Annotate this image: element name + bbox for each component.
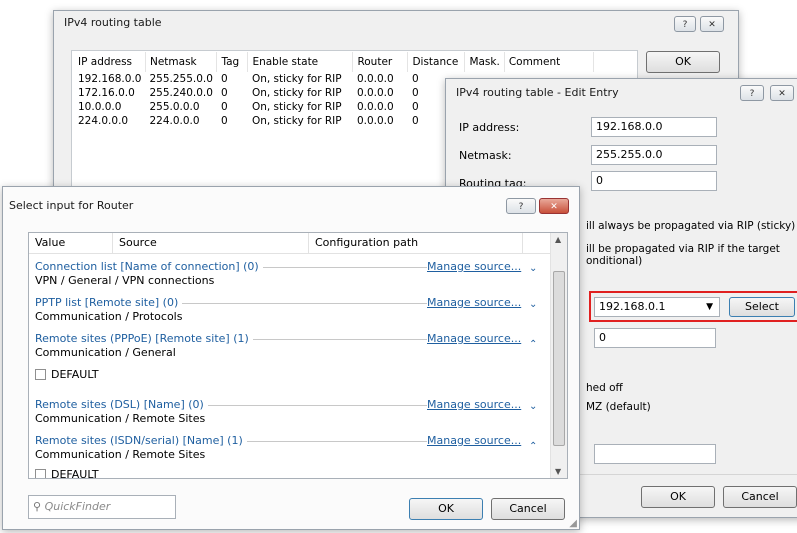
select-cancel-button[interactable]: Cancel xyxy=(491,498,565,520)
table-cell: 0.0.0.0 xyxy=(356,87,394,99)
manage-source-link[interactable]: Manage source... xyxy=(427,296,522,310)
group-path: Communication / Remote Sites xyxy=(35,448,206,461)
column-header[interactable]: Tag xyxy=(216,52,249,72)
table-cell: On, sticky for RIP xyxy=(251,115,342,127)
column-configuration-path[interactable]: Configuration path xyxy=(309,233,523,253)
table-cell: 255.240.0.0 xyxy=(149,87,213,99)
source-list: Value Source Configuration path Connecti… xyxy=(28,232,568,479)
edit-cancel-button[interactable]: Cancel xyxy=(723,486,797,508)
quickfinder-field[interactable]: ⚲ QuickFinder xyxy=(28,495,176,519)
table-cell: 224.0.0.0 xyxy=(78,115,129,127)
group-path: Communication / Remote Sites xyxy=(35,412,206,425)
select-help-button[interactable]: ? xyxy=(506,198,536,214)
scrollbar[interactable]: ▲ ▼ xyxy=(550,233,567,478)
table-cell: 0 xyxy=(220,101,228,113)
column-header[interactable]: Comment xyxy=(504,52,594,72)
table-cell: 224.0.0.0 xyxy=(149,115,200,127)
quickfinder-placeholder: QuickFinder xyxy=(44,500,111,513)
column-header[interactable]: Mask. xyxy=(464,52,505,72)
manage-source-link[interactable]: Manage source... xyxy=(427,260,522,274)
comment-field[interactable] xyxy=(594,444,716,464)
table-cell: 0 xyxy=(220,87,228,99)
select-dialog-title: Select input for Router xyxy=(9,199,134,212)
table-cell: On, sticky for RIP xyxy=(251,101,342,113)
scroll-down-arrow[interactable]: ▼ xyxy=(555,467,561,476)
netmask-label: Netmask: xyxy=(459,149,512,162)
table-cell: 0 xyxy=(220,73,228,85)
column-header[interactable]: Netmask xyxy=(145,52,218,72)
table-cell: On, sticky for RIP xyxy=(251,87,342,99)
select-close-button[interactable]: ✕ xyxy=(539,198,569,214)
chevron-down-icon[interactable]: ▼ xyxy=(706,298,713,316)
close-button[interactable]: ✕ xyxy=(700,16,724,32)
router-value: 192.168.0.1 xyxy=(599,300,666,313)
group-title[interactable]: Remote sites (PPPoE) [Remote site] (1) xyxy=(35,332,253,346)
routing-tag-field[interactable]: 0 xyxy=(591,171,717,191)
group-title[interactable]: PPTP list [Remote site] (0) xyxy=(35,296,183,310)
ip-address-field[interactable]: 192.168.0.0 xyxy=(591,117,717,137)
group-title[interactable]: Remote sites (DSL) [Name] (0) xyxy=(35,398,208,412)
group-path: Communication / General xyxy=(35,346,176,359)
chevron-down-icon[interactable]: ⌄ xyxy=(529,262,537,276)
manage-source-link[interactable]: Manage source... xyxy=(427,398,522,412)
default-label: DEFAULT xyxy=(51,468,99,479)
switched-off-text: hed off xyxy=(586,382,623,394)
table-cell: 192.168.0.0 xyxy=(78,73,142,85)
table-cell: 0.0.0.0 xyxy=(356,73,394,85)
router-combobox[interactable]: 192.168.0.1 ▼ xyxy=(594,297,720,317)
header-divider xyxy=(29,253,551,254)
search-icon: ⚲ xyxy=(33,500,42,513)
edit-close-button[interactable]: ✕ xyxy=(770,85,794,101)
source-group[interactable]: Connection list [Name of connection] (0)… xyxy=(35,260,541,292)
table-cell: 255.255.0.0 xyxy=(149,73,213,85)
conditional-option-text-2: onditional) xyxy=(586,255,643,267)
routing-table-title: IPv4 routing table xyxy=(64,16,162,29)
group-path: Communication / Protocols xyxy=(35,310,183,323)
column-source[interactable]: Source xyxy=(113,233,309,253)
source-group[interactable]: Remote sites (ISDN/serial) [Name] (1) Man… xyxy=(35,434,541,466)
column-header[interactable]: IP address xyxy=(74,52,146,72)
scrollbar-thumb[interactable] xyxy=(553,271,565,446)
table-cell: 10.0.0.0 xyxy=(78,101,122,113)
table-cell: 172.16.0.0 xyxy=(78,87,135,99)
sticky-option-text: ill always be propagated via RIP (sticky… xyxy=(586,220,796,232)
chevron-up-icon[interactable]: ⌃ xyxy=(529,338,537,352)
routing-ok-button[interactable]: OK xyxy=(646,51,720,73)
edit-help-button[interactable]: ? xyxy=(740,85,764,101)
manage-source-link[interactable]: Manage source... xyxy=(427,332,522,346)
netmask-field[interactable]: 255.255.0.0 xyxy=(591,145,717,165)
column-header[interactable]: Router xyxy=(352,52,409,72)
scroll-up-arrow[interactable]: ▲ xyxy=(555,235,561,244)
dmz-text: MZ (default) xyxy=(586,401,651,413)
column-header[interactable]: Enable state xyxy=(247,52,354,72)
table-cell: 0 xyxy=(220,115,228,127)
column-value[interactable]: Value xyxy=(29,233,113,253)
source-group[interactable]: PPTP list [Remote site] (0) Manage source… xyxy=(35,296,541,328)
group-title[interactable]: Connection list [Name of connection] (0) xyxy=(35,260,263,274)
manage-source-link[interactable]: Manage source... xyxy=(427,434,522,448)
group-path: VPN / General / VPN connections xyxy=(35,274,215,287)
resize-grip-icon[interactable]: ◢ xyxy=(569,518,577,529)
chevron-down-icon[interactable]: ⌄ xyxy=(529,298,537,312)
default-checkbox[interactable] xyxy=(35,469,46,478)
select-ok-button[interactable]: OK xyxy=(409,498,483,520)
ip-address-label: IP address: xyxy=(459,121,520,134)
default-label: DEFAULT xyxy=(51,368,99,381)
select-input-dialog: Select input for Router ? ✕ Value Source… xyxy=(2,186,580,530)
table-cell: 0.0.0.0 xyxy=(356,101,394,113)
default-checkbox[interactable] xyxy=(35,369,46,380)
edit-ok-button[interactable]: OK xyxy=(641,486,715,508)
table-cell: On, sticky for RIP xyxy=(251,73,342,85)
chevron-up-icon[interactable]: ⌃ xyxy=(529,440,537,454)
source-group[interactable]: Remote sites (PPPoE) [Remote site] (1) Ma… xyxy=(35,332,541,364)
table-cell: 255.0.0.0 xyxy=(149,101,200,113)
router-select-button[interactable]: Select xyxy=(729,297,795,317)
distance-field[interactable]: 0 xyxy=(594,328,716,348)
group-title[interactable]: Remote sites (ISDN/serial) [Name] (1) xyxy=(35,434,247,448)
column-header[interactable]: Distance xyxy=(407,52,466,72)
chevron-down-icon[interactable]: ⌄ xyxy=(529,400,537,414)
source-group[interactable]: Remote sites (DSL) [Name] (0) Manage sour… xyxy=(35,398,541,430)
help-button[interactable]: ? xyxy=(674,16,696,32)
table-cell: 0.0.0.0 xyxy=(356,115,394,127)
